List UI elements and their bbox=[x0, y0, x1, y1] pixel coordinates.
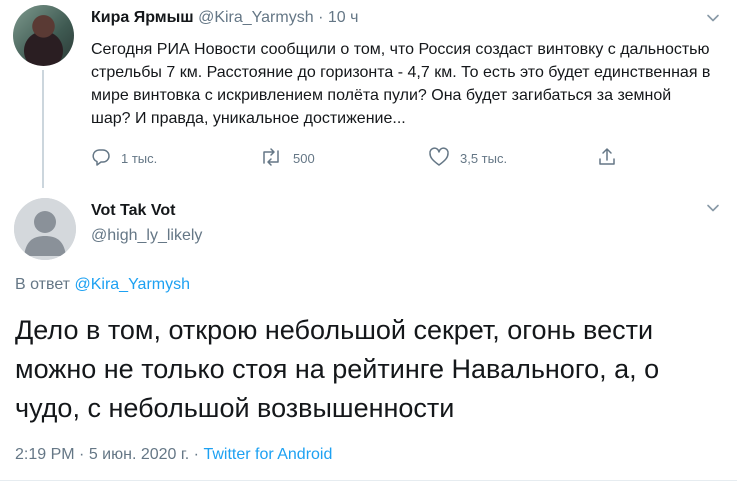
tweet-date[interactable]: 5 июн. 2020 г. bbox=[89, 446, 189, 463]
like-icon bbox=[428, 147, 460, 170]
reply-author-handle[interactable]: @high_ly_likely bbox=[91, 227, 202, 245]
divider bbox=[0, 480, 737, 481]
separator: · bbox=[318, 9, 324, 26]
footer-dot: · bbox=[79, 446, 85, 463]
share-button[interactable] bbox=[597, 147, 627, 170]
footer-dot-2: · bbox=[193, 446, 199, 463]
default-avatar-icon bbox=[14, 198, 76, 260]
like-button[interactable]: 3,5 тыс. bbox=[428, 147, 507, 170]
tweet-time[interactable]: 2:19 PM bbox=[15, 446, 75, 463]
reply-to-link[interactable]: @Kira_Yarmysh bbox=[74, 276, 190, 293]
share-icon bbox=[597, 147, 627, 170]
author-name[interactable]: Кира Ярмыш bbox=[91, 9, 194, 26]
reply-prefix: В ответ bbox=[15, 276, 71, 293]
author-avatar[interactable] bbox=[13, 5, 74, 66]
reply-count: 1 тыс. bbox=[121, 151, 158, 166]
tweet-text: Сегодня РИА Новости сообщили о том, что … bbox=[91, 41, 711, 127]
reply-button[interactable]: 1 тыс. bbox=[91, 147, 157, 170]
retweet-button[interactable]: 500 bbox=[259, 147, 315, 170]
author-handle[interactable]: @Kira_Yarmysh bbox=[198, 9, 314, 26]
tweet-time[interactable]: 10 ч bbox=[328, 9, 359, 26]
tweet-source-link[interactable]: Twitter for Android bbox=[203, 446, 332, 463]
tweet-footer: 2:19 PM · 5 июн. 2020 г. · Twitter for A… bbox=[15, 446, 332, 464]
chevron-down-icon[interactable] bbox=[705, 10, 721, 31]
reply-author-name[interactable]: Vot Tak Vot bbox=[91, 202, 175, 220]
reply-context: В ответ @Kira_Yarmysh bbox=[15, 276, 190, 294]
reply-icon bbox=[91, 147, 121, 170]
tweet-header: Кира Ярмыш @Kira_Yarmysh · 10 ч bbox=[91, 9, 358, 27]
retweet-count: 500 bbox=[293, 151, 315, 166]
reply-chevron-down-icon[interactable] bbox=[705, 200, 721, 221]
like-count: 3,5 тыс. bbox=[460, 151, 508, 166]
reply-tweet-text: Дело в том, открою небольшой секрет, ого… bbox=[15, 315, 660, 423]
thread-line bbox=[42, 70, 44, 188]
retweet-icon bbox=[259, 147, 293, 170]
reply-author-avatar[interactable] bbox=[14, 198, 76, 260]
